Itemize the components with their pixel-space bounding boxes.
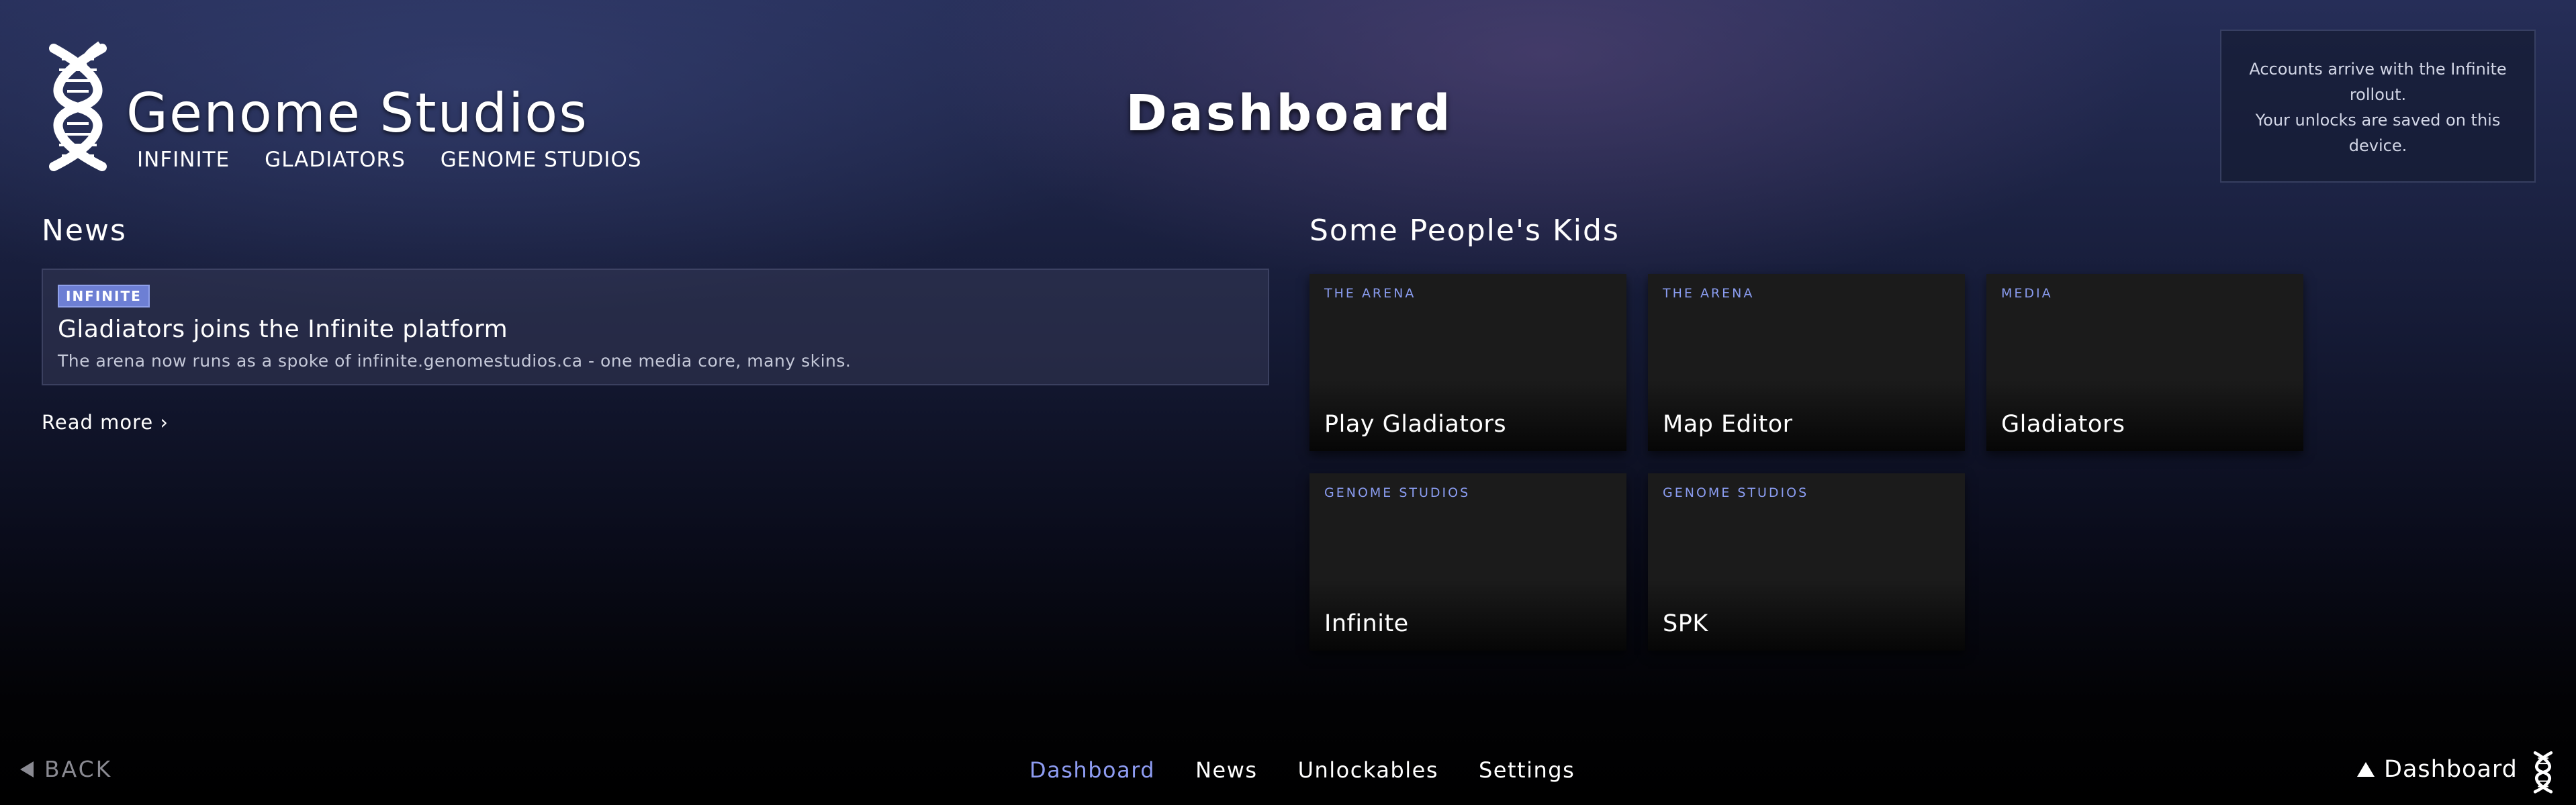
account-notice: Accounts arrive with the Infinite rollou… [2220, 30, 2536, 183]
tile-label: Infinite [1324, 610, 1409, 637]
brand-nav: INFINITE GLADIATORS GENOME STUDIOS [137, 148, 642, 172]
news-title[interactable]: Gladiators joins the Infinite platform [58, 316, 1253, 343]
tile-category: GENOME STUDIOS [1663, 485, 1809, 500]
tile-category: THE ARENA [1663, 286, 1755, 301]
brand-title[interactable]: Genome Studios [126, 82, 588, 144]
notice-line-2: Your unlocks are saved on this device. [2255, 111, 2501, 155]
news-snippet: The arena now runs as a spoke of infinit… [58, 351, 852, 371]
brand-nav-genome-studios[interactable]: GENOME STUDIOS [441, 148, 642, 172]
dna-helix-small-icon [2533, 751, 2553, 794]
bottom-nav-news[interactable]: News [1195, 757, 1257, 783]
news-item[interactable]: INFINITE Gladiators joins the Infinite p… [42, 269, 1269, 385]
bottom-nav-unlockables[interactable]: Unlockables [1298, 757, 1438, 783]
tile-spk[interactable]: GENOME STUDIOS SPK [1648, 473, 1965, 651]
dna-helix-icon[interactable] [40, 38, 116, 172]
spk-heading: Some People's Kids [1309, 214, 1620, 248]
tile-play-gladiators[interactable]: THE ARENA Play Gladiators [1309, 274, 1626, 451]
tile-infinite[interactable]: GENOME STUDIOS Infinite [1309, 473, 1626, 651]
back-button[interactable]: BACK [20, 756, 112, 782]
read-more-link[interactable]: Read more › [42, 411, 169, 434]
bottom-nav-settings[interactable]: Settings [1479, 757, 1575, 783]
tile-map-editor[interactable]: THE ARENA Map Editor [1648, 274, 1965, 451]
news-badge: INFINITE [58, 285, 150, 307]
tile-category: THE ARENA [1324, 286, 1416, 301]
back-label: BACK [44, 756, 113, 782]
up-arrow-icon [2357, 762, 2375, 777]
tile-label: SPK [1663, 610, 1708, 637]
tile-gladiators-media[interactable]: MEDIA Gladiators [1986, 274, 2303, 451]
bottom-nav-dashboard[interactable]: Dashboard [1029, 757, 1155, 783]
tile-label: Play Gladiators [1324, 411, 1507, 438]
current-page-indicator[interactable]: Dashboard [2357, 756, 2518, 783]
tile-category: MEDIA [2001, 286, 2053, 301]
page-title: Dashboard [1125, 85, 1453, 142]
tile-label: Map Editor [1663, 411, 1793, 438]
bottom-nav: Dashboard News Unlockables Settings [1029, 757, 1575, 783]
tile-category: GENOME STUDIOS [1324, 485, 1471, 500]
back-arrow-icon [20, 761, 34, 777]
tile-label: Gladiators [2001, 411, 2125, 438]
news-heading: News [42, 214, 127, 248]
current-page-label: Dashboard [2384, 756, 2518, 783]
brand-nav-infinite[interactable]: INFINITE [137, 148, 230, 172]
brand-nav-gladiators[interactable]: GLADIATORS [265, 148, 406, 172]
notice-line-1: Accounts arrive with the Infinite rollou… [2249, 60, 2507, 104]
